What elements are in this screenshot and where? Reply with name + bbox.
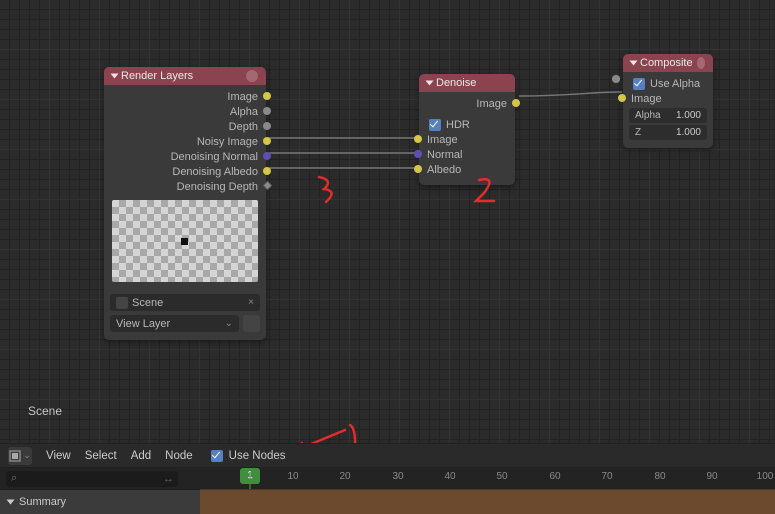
use-nodes-checkbox[interactable]: Use Nodes [207,448,290,463]
output-socket-noisy[interactable] [263,137,271,145]
output-socket-image[interactable] [263,92,271,100]
output-socket-depth[interactable] [263,122,271,130]
editor-type-button[interactable]: ⌄ [8,447,32,465]
scene-select[interactable]: Scene × [110,294,260,311]
input-socket-albedo[interactable] [414,165,422,173]
checkbox-checked-icon [211,450,223,462]
node-title: Render Layers [121,70,193,82]
output-label: Noisy Image [197,136,258,148]
timeline-tick: 90 [706,471,717,482]
node-header[interactable]: Render Layers [104,67,266,85]
checkbox-checked-icon [633,78,645,90]
output-label: Depth [229,121,258,133]
timeline-tick: 30 [392,471,403,482]
output-label: Alpha [230,106,258,118]
input-label: Image [427,134,458,146]
summary-toggle[interactable]: Summary [0,489,200,514]
alpha-label: Alpha [635,110,676,121]
menu-node[interactable]: Node [165,450,193,462]
compositor-icon [9,450,21,462]
dopesheet-summary-row: Summary [0,489,775,514]
collapse-icon [7,500,15,505]
layer-value: View Layer [116,318,170,330]
node-composite[interactable]: Composite Use Alpha Image Alpha 1.000 Z … [623,54,713,148]
timeline-tick: 20 [339,471,350,482]
timeline-tick: 100 [757,471,774,482]
search-icon: ⌕ [11,472,17,485]
input-label: Image [631,93,662,105]
timeline-tick: 50 [496,471,507,482]
node-header[interactable]: Denoise [419,74,515,92]
chevron-down-icon: ⌄ [225,318,233,329]
output-socket-dn-normal[interactable] [263,152,271,160]
preview-toggle-icon[interactable] [246,70,258,82]
collapse-icon[interactable] [426,81,434,86]
summary-label: Summary [19,496,66,508]
scene-icon [116,297,128,309]
output-label: Image [476,98,507,110]
timeline-tick: 40 [444,471,455,482]
menu-add[interactable]: Add [131,450,151,462]
timeline-ruler[interactable]: 1 1102030405060708090100 [200,468,775,489]
preview-toggle-icon[interactable] [697,57,705,69]
timeline-tick: 1 [247,471,253,482]
input-socket-image[interactable] [618,94,626,102]
input-socket-image[interactable] [414,135,422,143]
channel-search-input[interactable]: ⌕ ↔ [6,471,178,487]
timeline-tick: 10 [287,471,298,482]
collapse-icon[interactable] [630,61,638,66]
output-label: Denoising Depth [177,181,258,193]
compositor-header: ⌄ View Select Add Node Use Nodes [0,443,775,468]
output-label: Denoising Albedo [172,166,258,178]
output-label: Denoising Normal [171,151,258,163]
z-field[interactable]: Z 1.000 [629,125,707,140]
editor-context-label: Scene [28,404,62,418]
node-header[interactable]: Composite [623,54,713,72]
z-value: 1.000 [676,127,701,138]
node-render-layers[interactable]: Render Layers Image Alpha Depth Noisy Im… [104,67,266,340]
node-title: Denoise [436,77,476,89]
render-preview-thumbnail [112,200,258,282]
checkbox-checked-icon [429,119,441,131]
input-label: Normal [427,149,462,161]
render-button[interactable] [243,315,260,332]
timeline-tick: 60 [549,471,560,482]
summary-track[interactable] [200,489,775,514]
output-socket-alpha[interactable] [263,107,271,115]
layer-select[interactable]: View Layer ⌄ [110,315,239,332]
hdr-checkbox[interactable]: HDR [425,117,509,132]
input-socket-normal[interactable] [414,150,422,158]
chevron-down-icon: ⌄ [23,450,31,461]
alpha-field[interactable]: Alpha 1.000 [629,108,707,123]
horizontal-arrows-icon[interactable]: ↔ [163,473,174,485]
clear-icon[interactable]: × [248,297,254,308]
menu-view[interactable]: View [46,450,71,462]
hdr-label: HDR [446,119,470,131]
timeline-tick: 80 [654,471,665,482]
menu-select[interactable]: Select [85,450,117,462]
node-denoise[interactable]: Denoise Image HDR Image Normal Albedo [419,74,515,185]
output-label: Image [227,91,258,103]
output-socket-image[interactable] [512,99,520,107]
use-alpha-label: Use Alpha [650,78,700,90]
alpha-value: 1.000 [676,110,701,121]
input-label: Albedo [427,164,461,176]
timeline-tick: 70 [601,471,612,482]
node-title: Composite [640,57,693,69]
use-nodes-label: Use Nodes [229,450,286,462]
use-alpha-checkbox[interactable]: Use Alpha [629,76,707,91]
z-label: Z [635,127,676,138]
scene-value: Scene [132,297,163,309]
output-socket-dn-albedo[interactable] [263,167,271,175]
input-socket-z[interactable] [612,75,620,83]
collapse-icon[interactable] [111,74,119,79]
